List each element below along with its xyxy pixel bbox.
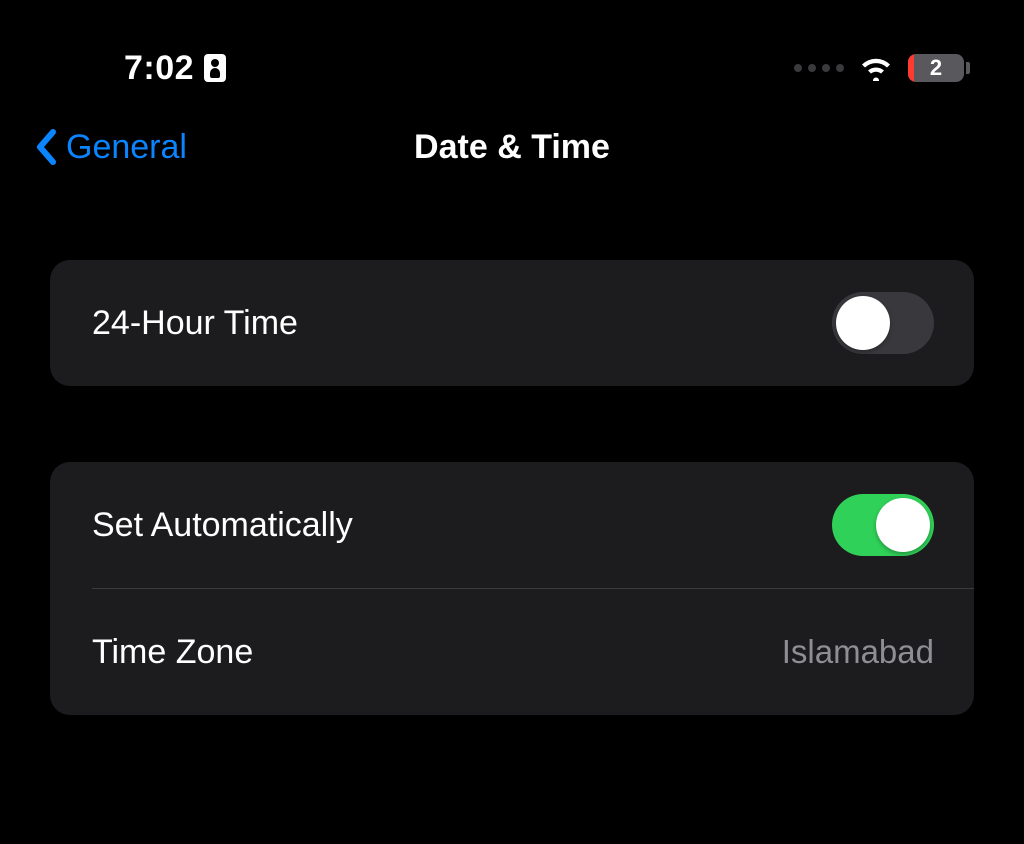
status-time: 7:02 xyxy=(124,49,194,88)
row-time-zone[interactable]: Time Zone Islamabad xyxy=(50,589,974,715)
row-set-automatically[interactable]: Set Automatically xyxy=(50,462,974,588)
row-label: Time Zone xyxy=(92,633,253,672)
auto-time-group: Set Automatically Time Zone Islamabad xyxy=(50,462,974,715)
back-button[interactable]: General xyxy=(34,128,187,167)
row-24-hour-time[interactable]: 24-Hour Time xyxy=(50,260,974,386)
toggle-knob xyxy=(836,296,890,350)
toggle-set-automatically[interactable] xyxy=(832,494,934,556)
time-format-group: 24-Hour Time xyxy=(50,260,974,386)
toggle-knob xyxy=(876,498,930,552)
status-left: 7:02 xyxy=(124,49,226,88)
row-label: 24-Hour Time xyxy=(92,304,298,343)
battery-icon: 2 xyxy=(908,54,970,82)
status-bar: 7:02 2 xyxy=(0,0,1024,92)
toggle-24-hour-time[interactable] xyxy=(832,292,934,354)
chevron-left-icon xyxy=(34,128,58,166)
nav-header: General Date & Time xyxy=(0,92,1024,202)
page-title: Date & Time xyxy=(414,128,610,167)
time-zone-value: Islamabad xyxy=(782,633,934,671)
back-label: General xyxy=(66,128,187,167)
wifi-icon xyxy=(858,55,894,81)
cellular-dots-icon xyxy=(794,64,844,72)
row-label: Set Automatically xyxy=(92,506,353,545)
person-badge-icon xyxy=(204,54,226,82)
status-right: 2 xyxy=(794,54,970,82)
battery-percent: 2 xyxy=(930,55,942,81)
settings-content: 24-Hour Time Set Automatically Time Zone… xyxy=(0,260,1024,715)
